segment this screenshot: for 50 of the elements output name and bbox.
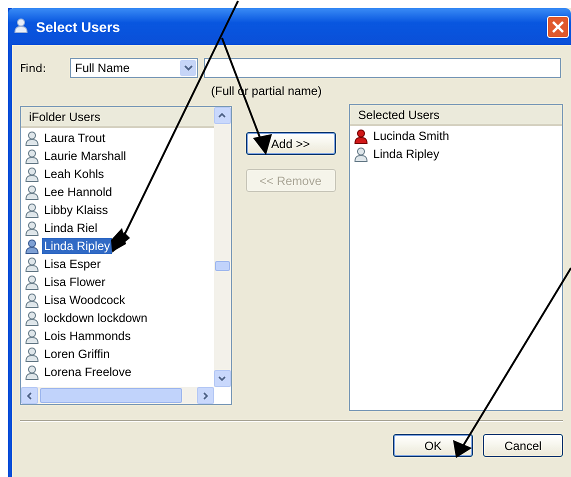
search-field[interactable]: [204, 58, 561, 78]
list-item[interactable]: Lisa Woodcock: [42, 292, 128, 308]
scroll-right-icon: [196, 387, 214, 404]
list-item[interactable]: Laura Trout: [42, 130, 108, 146]
user-icon: [25, 148, 39, 164]
find-dropdown[interactable]: Full Name: [70, 58, 198, 78]
user-icon: [25, 130, 39, 146]
list-item[interactable]: Lisa Flower: [42, 274, 108, 290]
list-item[interactable]: Linda Riel: [42, 220, 100, 236]
list-item[interactable]: Loren Griffin: [42, 346, 112, 362]
ok-button[interactable]: OK: [393, 434, 473, 457]
user-icon: [25, 364, 39, 380]
user-icon: [25, 202, 39, 218]
add-button[interactable]: Add >>: [246, 132, 336, 155]
cancel-button[interactable]: Cancel: [483, 434, 563, 457]
column-header[interactable]: Selected Users: [350, 105, 562, 126]
list-item[interactable]: Linda Ripley: [42, 238, 112, 254]
user-icon: [25, 166, 39, 182]
user-icon: [25, 310, 39, 326]
list-item[interactable]: Lois Hammonds: [42, 328, 133, 344]
scroll-left-icon: [21, 387, 38, 404]
scroll-thumb[interactable]: [40, 388, 182, 403]
vertical-scrollbar[interactable]: [214, 107, 231, 387]
window-title: Select Users: [36, 18, 120, 34]
list-item[interactable]: lockdown lockdown: [42, 310, 150, 326]
user-icon: [25, 184, 39, 200]
user-icon: [25, 346, 39, 362]
list-item[interactable]: Libby Klaiss: [42, 202, 110, 218]
scroll-thumb[interactable]: [214, 261, 230, 271]
horizontal-scrollbar[interactable]: [21, 387, 214, 404]
scroll-up-icon: [214, 107, 231, 124]
user-icon: [25, 238, 39, 254]
column-header[interactable]: iFolder Users: [21, 107, 214, 128]
scroll-down-icon: [214, 370, 231, 387]
user-icon: [25, 220, 39, 236]
list-item[interactable]: Lisa Esper: [42, 256, 103, 272]
list-item[interactable]: Lee Hannold: [42, 184, 114, 200]
user-icon: [25, 292, 39, 308]
close-button[interactable]: [547, 16, 569, 38]
user-icon: [25, 328, 39, 344]
user-icon: [25, 274, 39, 290]
list-item[interactable]: Leah Kohls: [42, 166, 106, 182]
find-label: Find:: [20, 62, 48, 74]
list-item[interactable]: Lorena Freelove: [42, 364, 134, 380]
close-icon: [551, 20, 565, 34]
user-icon: [25, 256, 39, 272]
list-item[interactable]: Lucinda Smith: [371, 128, 452, 144]
list-item[interactable]: Linda Ripley: [371, 146, 442, 162]
user-icon: [14, 18, 28, 32]
list-item[interactable]: Laurie Marshall: [42, 148, 128, 164]
